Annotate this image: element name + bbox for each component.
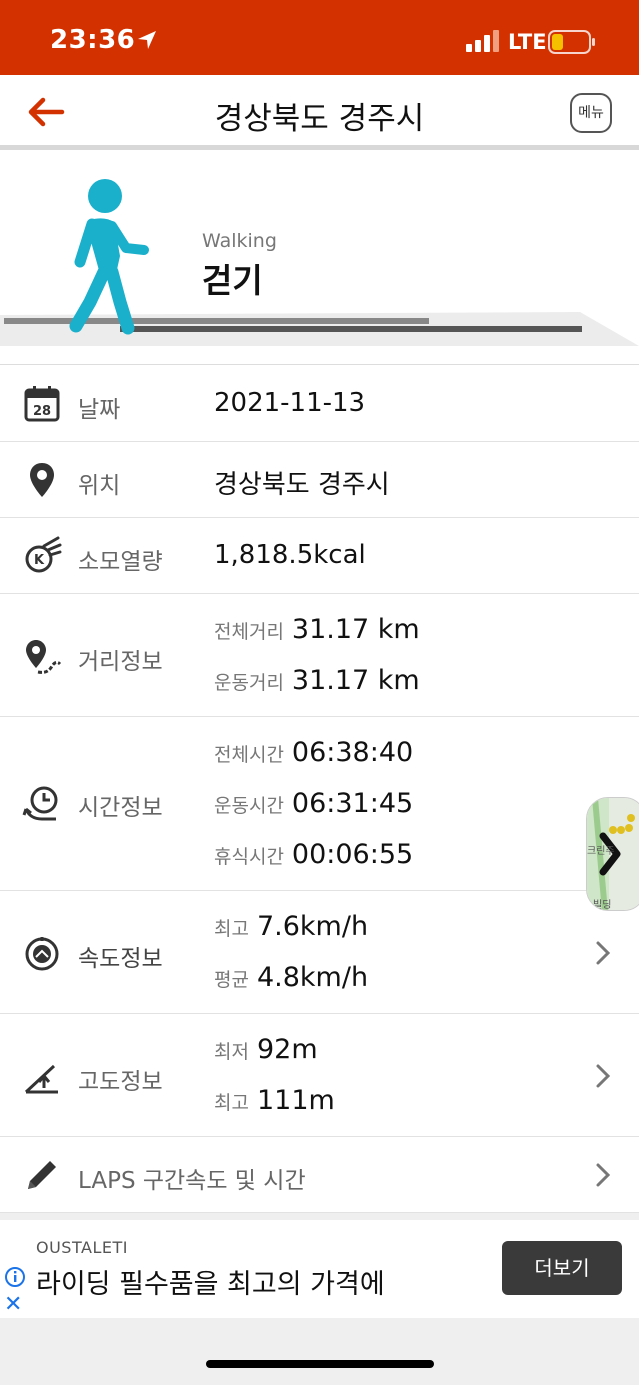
route-pin-icon	[26, 640, 62, 674]
map-label: 크린주	[587, 845, 615, 857]
avg-speed-value: 4.8km/h	[256, 962, 369, 993]
row-date: 28 날짜 2021-11-13	[0, 366, 639, 442]
max-altitude-value: 111m	[256, 1085, 335, 1116]
altitude-slope-icon	[24, 1064, 58, 1094]
max-altitude: 최고 111m	[214, 1085, 335, 1116]
chevron-right-icon[interactable]	[594, 1161, 612, 1189]
max-speed: 최고 7.6km/h	[214, 911, 368, 942]
laps-label: LAPS 구간속도 및 시간	[78, 1168, 306, 1194]
date-value: 2021-11-13	[214, 388, 366, 418]
avg-speed-label: 평균	[214, 969, 249, 991]
rest-time-value: 00:06:55	[291, 839, 414, 870]
calendar-icon: 28	[24, 386, 60, 422]
status-time: 23:36	[50, 25, 136, 55]
location-arrow-icon	[138, 31, 156, 49]
ad-brand: OUSTALETI	[36, 1238, 128, 1257]
total-time-value: 06:38:40	[291, 737, 414, 768]
network-type: LTE	[508, 30, 547, 54]
time-label: 시간정보	[78, 795, 163, 821]
row-location: 위치 경상북도 경주시	[0, 442, 639, 518]
total-time: 전체시간 06:38:40	[214, 737, 413, 768]
row-altitude[interactable]: 고도정보 최저 92m 최고 111m	[0, 1014, 639, 1137]
min-altitude-value: 92m	[256, 1034, 318, 1065]
min-altitude: 최저 92m	[214, 1034, 318, 1065]
avg-speed: 평균 4.8km/h	[214, 962, 368, 993]
row-laps[interactable]: LAPS 구간속도 및 시간	[0, 1137, 639, 1213]
svg-text:K: K	[34, 553, 45, 568]
activity-korean-name: 걷기	[202, 261, 263, 300]
activity-english-name: Walking	[202, 230, 277, 252]
distance-label: 거리정보	[78, 649, 163, 675]
date-label: 날짜	[78, 397, 121, 423]
exercise-time-value: 06:31:45	[291, 788, 414, 819]
app-header: 경상북도 경주시 메뉴	[0, 75, 639, 150]
speed-label: 속도정보	[78, 946, 163, 972]
exercise-distance: 운동거리 31.17 km	[214, 665, 420, 696]
location-value: 경상북도 경주시	[214, 470, 390, 500]
row-calories: K 소모열량 1,818.5kcal	[0, 518, 639, 594]
close-icon[interactable]: ✕	[4, 1292, 22, 1317]
altitude-label: 고도정보	[78, 1069, 163, 1095]
min-altitude-label: 최저	[214, 1041, 249, 1063]
location-label: 위치	[78, 473, 121, 499]
chevron-right-icon[interactable]	[594, 1062, 612, 1090]
ad-text[interactable]: 라이딩 필수품을 최고의 가격에	[36, 1262, 385, 1301]
calories-label: 소모열량	[78, 549, 163, 575]
activity-hero: Walking 걷기	[0, 150, 639, 350]
divider	[0, 350, 639, 365]
row-speed[interactable]: 속도정보 최고 7.6km/h 평균 4.8km/h	[0, 891, 639, 1014]
exercise-distance-label: 운동거리	[214, 672, 284, 694]
max-speed-label: 최고	[214, 918, 249, 940]
calories-value: 1,818.5kcal	[214, 540, 366, 570]
chevron-right-icon[interactable]	[594, 939, 612, 967]
stopwatch-icon	[22, 786, 58, 821]
calendar-day: 28	[33, 404, 51, 419]
map-pin-icon	[30, 463, 54, 497]
total-distance-value: 31.17 km	[291, 614, 420, 645]
max-altitude-label: 최고	[214, 1092, 249, 1114]
walking-person-icon	[69, 179, 149, 335]
home-indicator[interactable]	[206, 1360, 434, 1368]
page-title: 경상북도 경주시	[214, 101, 425, 137]
total-distance: 전체거리 31.17 km	[214, 614, 420, 645]
pencil-icon	[28, 1161, 56, 1189]
row-time: 시간정보 전체시간 06:38:40 운동시간 06:31:45 휴식시간 00:06…	[0, 717, 639, 891]
total-time-label: 전체시간	[214, 744, 284, 766]
total-distance-label: 전체거리	[214, 621, 284, 643]
max-speed-value: 7.6km/h	[256, 911, 369, 942]
menu-button[interactable]: 메뉴	[570, 93, 612, 133]
exercise-time-label: 운동시간	[214, 795, 284, 817]
exercise-time: 운동시간 06:31:45	[214, 788, 413, 819]
ad-more-button[interactable]: 더보기	[502, 1241, 622, 1295]
row-distance: 거리정보 전체거리 31.17 km 운동거리 31.17 km	[0, 594, 639, 717]
map-thumbnail[interactable]: 크린주 빌딩	[586, 797, 639, 911]
battery-icon	[548, 30, 595, 54]
calorie-flame-icon: K	[25, 536, 62, 573]
info-icon[interactable]	[4, 1266, 26, 1288]
exercise-distance-value: 31.17 km	[291, 665, 420, 696]
map-thumbnail-graphic: 크린주 빌딩	[587, 798, 639, 910]
signal-icon	[466, 30, 499, 52]
speedometer-icon	[25, 937, 59, 971]
ad-banner[interactable]: OUSTALETI 라이딩 필수품을 최고의 가격에 ✕ 더보기	[0, 1220, 639, 1318]
rest-time-label: 휴식시간	[214, 846, 284, 868]
rest-time: 휴식시간 00:06:55	[214, 839, 413, 870]
status-bar: 23:36 LTE	[0, 0, 639, 75]
